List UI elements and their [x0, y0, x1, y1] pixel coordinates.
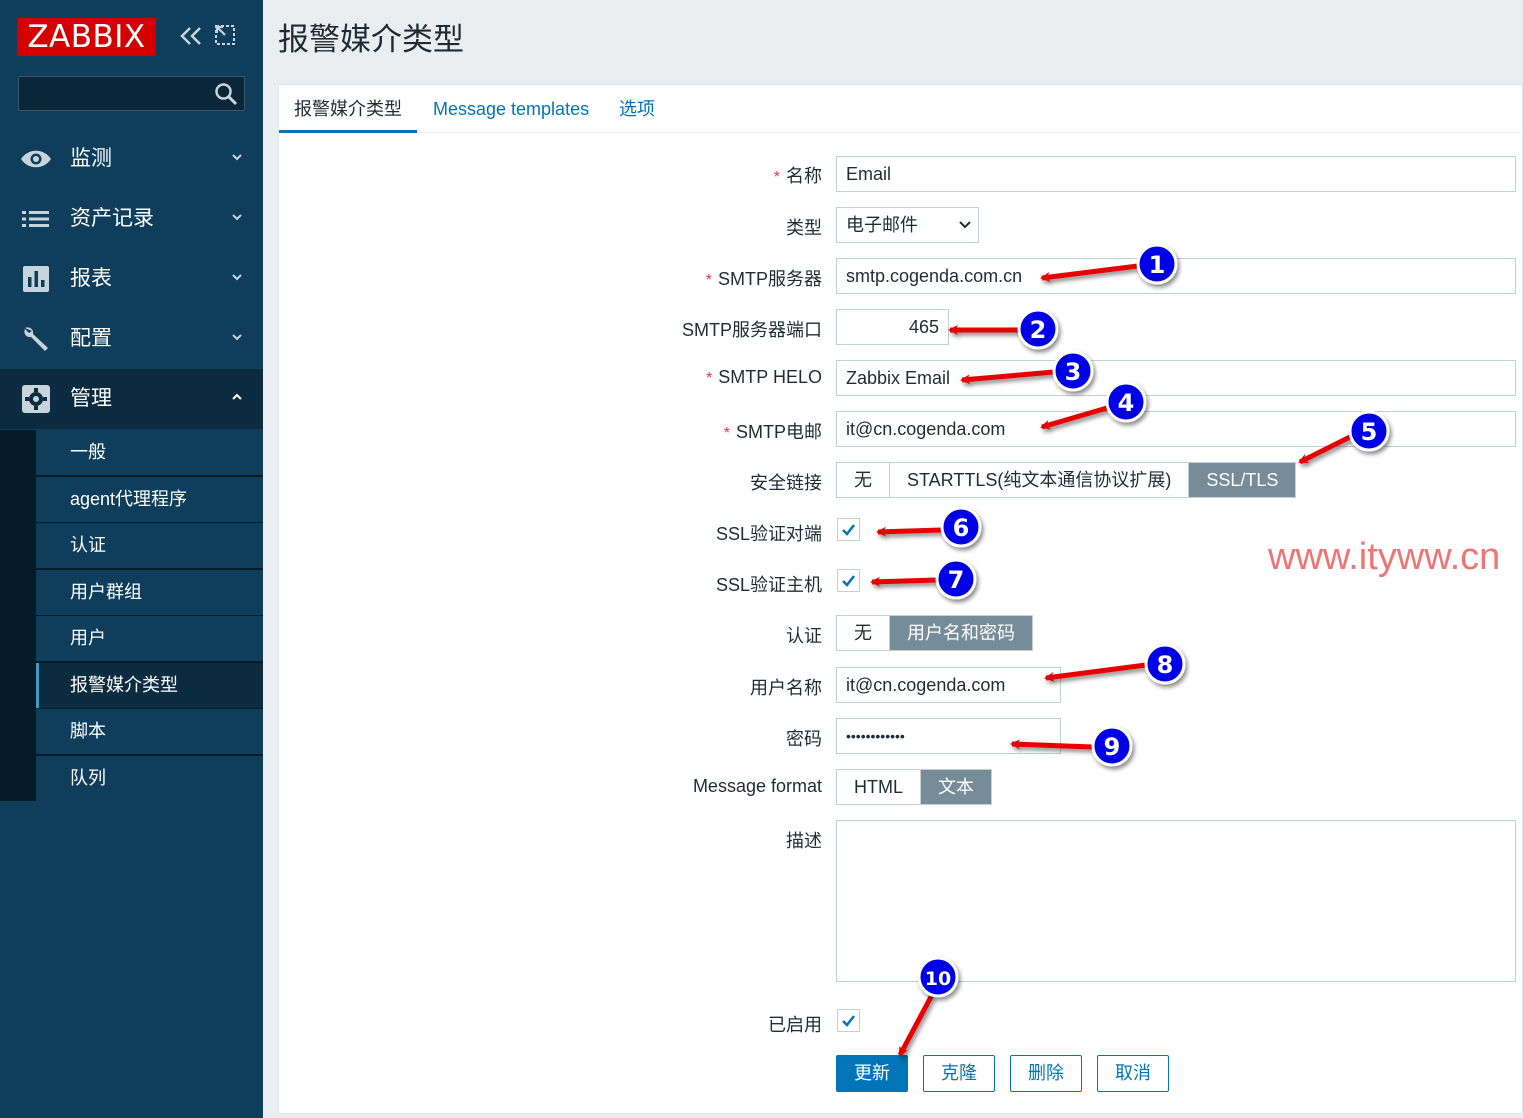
type-label: 类型: [786, 218, 822, 238]
admin-submenu: 一般 agent代理程序 认证 用户群组 用户 报警媒介类型 脚本 队列: [0, 430, 263, 801]
menu-monitoring[interactable]: 监测: [0, 129, 263, 189]
ssl-verify-peer-label: SSL验证对端: [715, 524, 822, 544]
wrench-icon: [24, 327, 48, 351]
name-field[interactable]: Email: [836, 156, 1516, 192]
menu-inventory[interactable]: 资产记录: [0, 189, 263, 249]
submenu-item-media-types[interactable]: 报警媒介类型: [36, 663, 263, 708]
menu-reports[interactable]: 报表: [0, 249, 263, 309]
collapse-sidebar-icon[interactable]: [178, 20, 204, 61]
delete-button[interactable]: 删除: [1010, 1055, 1082, 1092]
ssl-verify-host-label: SSL验证主机: [715, 575, 822, 595]
tab-bar: 报警媒介类型 Message templates 选项: [279, 85, 1523, 133]
submenu-item-scripts[interactable]: 脚本: [36, 709, 263, 754]
name-label: * 名称: [773, 166, 822, 186]
smtp-server-label: * SMTP服务器: [705, 269, 822, 289]
list-icon: [22, 211, 49, 227]
smtp-port-field[interactable]: 465: [836, 309, 949, 345]
checkmark-icon: [842, 524, 855, 536]
menu-label: 监测: [70, 147, 112, 170]
format-option-html[interactable]: HTML: [837, 770, 921, 804]
password-field[interactable]: ••••••••••••: [836, 718, 1061, 754]
username-field[interactable]: it@cn.cogenda.com: [836, 667, 1061, 703]
auth-segmented: 无 用户名和密码: [836, 615, 1033, 651]
ssl-verify-peer-checkbox[interactable]: [837, 518, 860, 541]
submenu-item-users[interactable]: 用户: [36, 616, 263, 661]
checkmark-icon: [842, 575, 855, 587]
description-label: 描述: [786, 831, 822, 851]
chevron-down-icon: [232, 154, 242, 161]
username-label: 用户名称: [750, 678, 822, 698]
submenu-item-user-groups[interactable]: 用户群组: [36, 570, 263, 615]
smtp-helo-field[interactable]: Zabbix Email: [836, 360, 1516, 396]
smtp-email-field[interactable]: it@cn.cogenda.com: [836, 411, 1516, 447]
chevron-up-icon: [232, 393, 242, 400]
smtp-email-label: * SMTP电邮: [723, 422, 822, 442]
message-format-segmented: HTML 文本: [836, 769, 992, 805]
password-label: 密码: [786, 729, 822, 749]
submenu-item-general[interactable]: 一般: [36, 430, 263, 475]
smtp-port-label: SMTP服务器端口: [681, 320, 822, 340]
sidebar: ZABBIX 监测 资产记录 报表 配置 管理 一般 agent代理程序 认证 …: [0, 0, 263, 1118]
chevron-down-icon: [232, 274, 242, 281]
submenu-item-authentication[interactable]: 认证: [36, 523, 263, 568]
enabled-checkbox[interactable]: [837, 1009, 860, 1032]
update-button[interactable]: 更新: [836, 1055, 908, 1092]
auth-label: 认证: [786, 626, 822, 646]
bar-chart-icon: [23, 266, 49, 292]
auth-option-none[interactable]: 无: [837, 616, 890, 650]
ssl-verify-host-checkbox[interactable]: [837, 569, 860, 592]
format-option-text[interactable]: 文本: [921, 770, 991, 804]
clone-button[interactable]: 克隆: [923, 1055, 995, 1092]
sidebar-search[interactable]: [18, 76, 245, 111]
search-icon[interactable]: [214, 82, 238, 106]
menu-label: 报表: [70, 267, 112, 290]
security-option-starttls[interactable]: STARTTLS(纯文本通信协议扩展): [890, 463, 1190, 497]
cancel-button[interactable]: 取消: [1097, 1055, 1169, 1092]
menu-administration[interactable]: 管理: [0, 369, 263, 429]
submenu-item-queue[interactable]: 队列: [36, 756, 263, 801]
security-option-ssl-tls[interactable]: SSL/TLS: [1189, 463, 1296, 497]
zabbix-logo[interactable]: ZABBIX: [17, 18, 156, 56]
enabled-label: 已启用: [768, 1015, 822, 1035]
chevron-down-icon: [232, 214, 242, 221]
checkmark-icon: [842, 1015, 855, 1027]
type-select[interactable]: 电子邮件: [836, 207, 979, 243]
tab-media-type[interactable]: 报警媒介类型: [279, 85, 417, 133]
chevron-down-icon: [959, 221, 971, 229]
page-title: 报警媒介类型: [278, 22, 464, 57]
tab-options[interactable]: 选项: [604, 85, 670, 133]
auth-option-username-password[interactable]: 用户名和密码: [890, 616, 1032, 650]
menu-configuration[interactable]: 配置: [0, 309, 263, 369]
sidebar-search-input[interactable]: [19, 77, 209, 110]
menu-label: 配置: [70, 327, 112, 350]
chevron-down-icon: [232, 334, 242, 341]
smtp-server-field[interactable]: smtp.cogenda.com.cn: [836, 258, 1516, 294]
watermark: www.ityww.cn: [1268, 536, 1501, 578]
gear-icon: [22, 385, 50, 413]
description-textarea[interactable]: [836, 820, 1516, 982]
message-format-label: Message format: [692, 776, 822, 796]
security-option-none[interactable]: 无: [837, 463, 890, 497]
menu-label: 管理: [70, 387, 112, 410]
tab-message-templates[interactable]: Message templates: [418, 85, 604, 133]
security-segmented: 无 STARTTLS(纯文本通信协议扩展) SSL/TLS: [836, 462, 1297, 498]
menu-label: 资产记录: [70, 207, 154, 230]
security-label: 安全链接: [750, 473, 822, 493]
submenu-item-proxies[interactable]: agent代理程序: [36, 477, 263, 522]
kiosk-mode-icon[interactable]: [214, 22, 236, 46]
smtp-helo-label: * SMTP HELO: [706, 367, 822, 387]
eye-icon: [21, 150, 51, 168]
